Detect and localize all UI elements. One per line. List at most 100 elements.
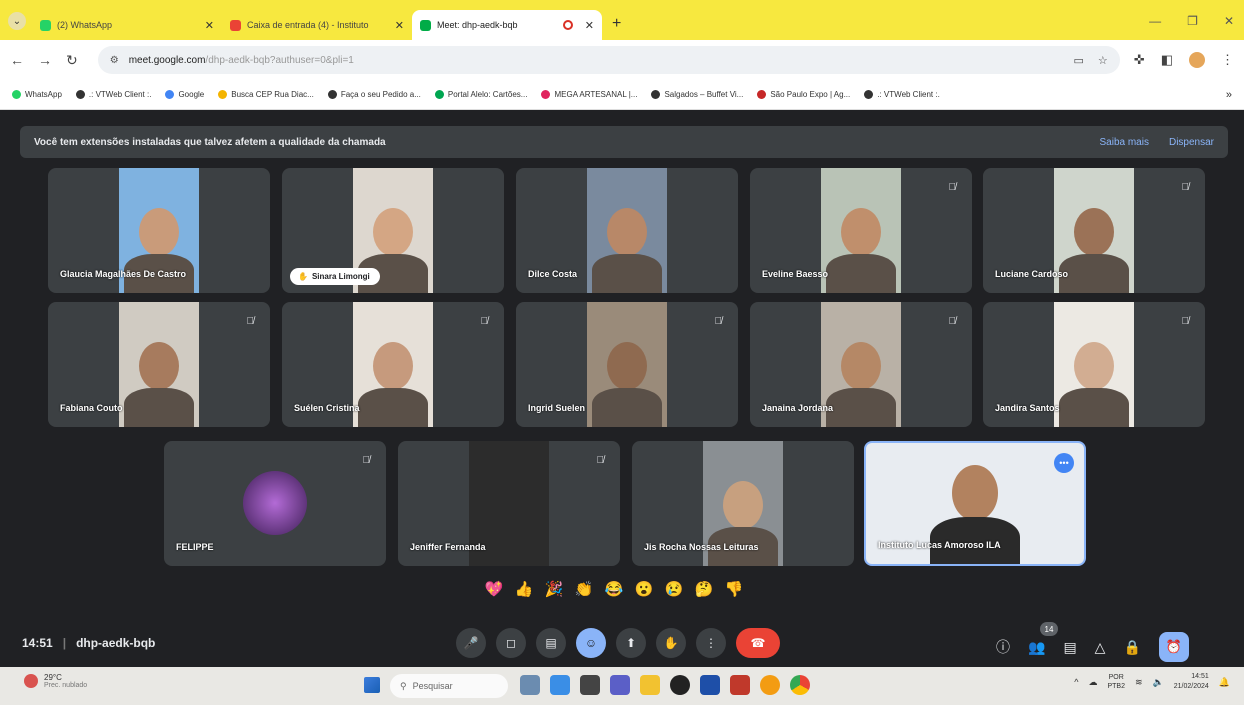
- url-field[interactable]: ⚙ meet.google.com/dhp-aedk-bqb?authuser=…: [97, 46, 1120, 74]
- reaction-emoji[interactable]: 🤔: [694, 580, 714, 598]
- participant-tile[interactable]: 🎙̸ Eveline Baesso: [750, 168, 972, 293]
- teams-icon[interactable]: [610, 675, 630, 695]
- participant-tile[interactable]: 🎙̸ FELIPPE: [164, 441, 386, 566]
- bookmark-item[interactable]: Busca CEP Rua Diac...: [218, 90, 314, 99]
- reaction-emoji[interactable]: 😂: [604, 580, 624, 598]
- tile-options-icon[interactable]: •••: [1054, 453, 1074, 473]
- reaction-emoji[interactable]: 🎉: [544, 580, 564, 598]
- tab-whatsapp[interactable]: (2) WhatsApp ✕: [32, 10, 222, 40]
- participant-tile[interactable]: 🎙̸ Luciane Cardoso: [983, 168, 1205, 293]
- tab-gmail[interactable]: Caixa de entrada (4) - Instituto ✕: [222, 10, 412, 40]
- microphone-button[interactable]: 🎤: [456, 628, 486, 658]
- people-icon[interactable]: 👥: [1028, 639, 1045, 656]
- participant-name: Jandira Santos: [995, 403, 1060, 413]
- host-controls-icon[interactable]: 🔒: [1123, 639, 1140, 656]
- weather-widget[interactable]: 29°C Prec. nublado: [24, 673, 87, 689]
- onedrive-icon[interactable]: ☁: [1088, 677, 1097, 688]
- sidepanel-icon[interactable]: ◧: [1161, 52, 1173, 68]
- app-icon[interactable]: [580, 675, 600, 695]
- participant-tile[interactable]: 🎙̸ Suélen Cristina: [282, 302, 504, 427]
- bookmark-item[interactable]: .: VTWeb Client :.: [864, 90, 940, 99]
- reaction-emoji[interactable]: 😮: [634, 580, 654, 598]
- start-icon[interactable]: [364, 677, 380, 693]
- dell-icon[interactable]: [670, 675, 690, 695]
- app-icon[interactable]: [550, 675, 570, 695]
- bookmark-item[interactable]: .: VTWeb Client :.: [75, 90, 151, 99]
- tab-meet[interactable]: Meet: dhp-aedk-bqb ✕: [412, 10, 602, 40]
- bookmark-item[interactable]: São Paulo Expo | Ag...: [757, 90, 850, 99]
- bookmark-item[interactable]: Salgados – Buffet Vi...: [651, 90, 743, 99]
- bookmark-item[interactable]: WhatsApp: [12, 90, 62, 99]
- site-info-icon[interactable]: ⚙: [110, 55, 119, 66]
- menu-icon[interactable]: ⋮: [1221, 52, 1234, 68]
- bookmark-item[interactable]: Portal Alelo: Cartões...: [434, 90, 527, 99]
- language-indicator[interactable]: POR PTB2: [1107, 673, 1125, 691]
- close-icon[interactable]: ✕: [395, 19, 404, 32]
- wifi-icon[interactable]: ≋: [1135, 677, 1143, 688]
- more-bookmarks-icon[interactable]: »: [1226, 89, 1232, 101]
- app-icon[interactable]: [760, 675, 780, 695]
- leave-call-button[interactable]: ☎: [736, 628, 780, 658]
- participant-tile[interactable]: ••• Instituto Lucas Amoroso ILA: [864, 441, 1086, 566]
- participant-tile[interactable]: ✋ Sinara Limongi: [282, 168, 504, 293]
- notification-icon[interactable]: 🔔: [1219, 677, 1230, 688]
- file-explorer-icon[interactable]: [640, 675, 660, 695]
- taskbar-search[interactable]: ⚲ Pesquisar: [390, 674, 508, 698]
- raise-hand-button[interactable]: ✋: [656, 628, 686, 658]
- bookmark-star-icon[interactable]: ☆: [1098, 54, 1108, 67]
- participant-tile[interactable]: Glaucia Magalhães De Castro: [48, 168, 270, 293]
- clock[interactable]: 14:51 21/02/2024: [1174, 672, 1209, 692]
- widget-app-icon[interactable]: [520, 675, 540, 695]
- chat-icon[interactable]: ▤: [1063, 639, 1076, 656]
- cast-icon[interactable]: ▭: [1074, 54, 1084, 67]
- participant-body: [592, 254, 662, 293]
- activities-icon[interactable]: △: [1095, 639, 1106, 656]
- back-icon[interactable]: ←: [10, 52, 24, 68]
- chevron-up-icon[interactable]: ^: [1074, 677, 1078, 687]
- reaction-emoji[interactable]: 💖: [484, 580, 504, 598]
- participant-body: [826, 254, 896, 293]
- participant-tile[interactable]: 🎙̸ Fabiana Couto: [48, 302, 270, 427]
- app-icon[interactable]: [700, 675, 720, 695]
- reaction-emoji[interactable]: 👍: [514, 580, 534, 598]
- participant-tile[interactable]: 🎙̸ Jandira Santos: [983, 302, 1205, 427]
- volume-icon[interactable]: 🔈: [1153, 677, 1164, 688]
- captions-button[interactable]: ▤: [536, 628, 566, 658]
- timer-icon[interactable]: ⏰: [1158, 632, 1189, 662]
- participant-tile[interactable]: Dilce Costa: [516, 168, 738, 293]
- reaction-emoji[interactable]: 👏: [574, 580, 594, 598]
- bookmark-favicon-icon: [165, 90, 175, 99]
- bookmark-item[interactable]: Faça o seu Pedido a...: [327, 90, 421, 99]
- reactions-button[interactable]: ☺: [576, 628, 606, 658]
- bookmark-item[interactable]: MEGA ARTESANAL |...: [541, 90, 637, 99]
- profile-avatar[interactable]: [1189, 52, 1205, 68]
- tab-search-icon[interactable]: ⌄: [8, 12, 26, 30]
- reaction-emoji[interactable]: 😢: [664, 580, 684, 598]
- close-window-icon[interactable]: ✕: [1224, 14, 1234, 28]
- restore-icon[interactable]: ❐: [1187, 14, 1198, 28]
- participant-name: Jeniffer Fernanda: [410, 542, 486, 552]
- bookmark-item[interactable]: Google: [165, 90, 204, 99]
- participant-tile[interactable]: 🎙̸ Jeniffer Fernanda: [398, 441, 620, 566]
- close-icon[interactable]: ✕: [205, 19, 214, 32]
- info-icon[interactable]: ⓘ: [996, 637, 1010, 657]
- minimize-icon[interactable]: —: [1149, 14, 1161, 28]
- chrome-icon[interactable]: [790, 675, 810, 695]
- participant-tile[interactable]: 🎙̸ Ingrid Suelen: [516, 302, 738, 427]
- weather-icon: [24, 674, 38, 688]
- participant-tile[interactable]: 🎙̸ Janaina Jordana: [750, 302, 972, 427]
- new-tab-button[interactable]: +: [612, 15, 621, 33]
- learn-more-link[interactable]: Saiba mais: [1100, 137, 1149, 148]
- present-button[interactable]: ⬆: [616, 628, 646, 658]
- mcafee-icon[interactable]: [730, 675, 750, 695]
- extensions-icon[interactable]: ✜: [1134, 52, 1145, 68]
- participant-tile[interactable]: Jis Rocha Nossas Leituras: [632, 441, 854, 566]
- dismiss-button[interactable]: Dispensar: [1169, 137, 1214, 148]
- reload-icon[interactable]: ↻: [66, 52, 78, 69]
- close-icon[interactable]: ✕: [585, 19, 594, 32]
- camera-button[interactable]: ◻: [496, 628, 526, 658]
- reaction-emoji[interactable]: 👎: [724, 580, 744, 598]
- more-options-button[interactable]: ⋮: [696, 628, 726, 658]
- meeting-time: 14:51: [22, 636, 53, 650]
- forward-icon[interactable]: →: [38, 52, 52, 68]
